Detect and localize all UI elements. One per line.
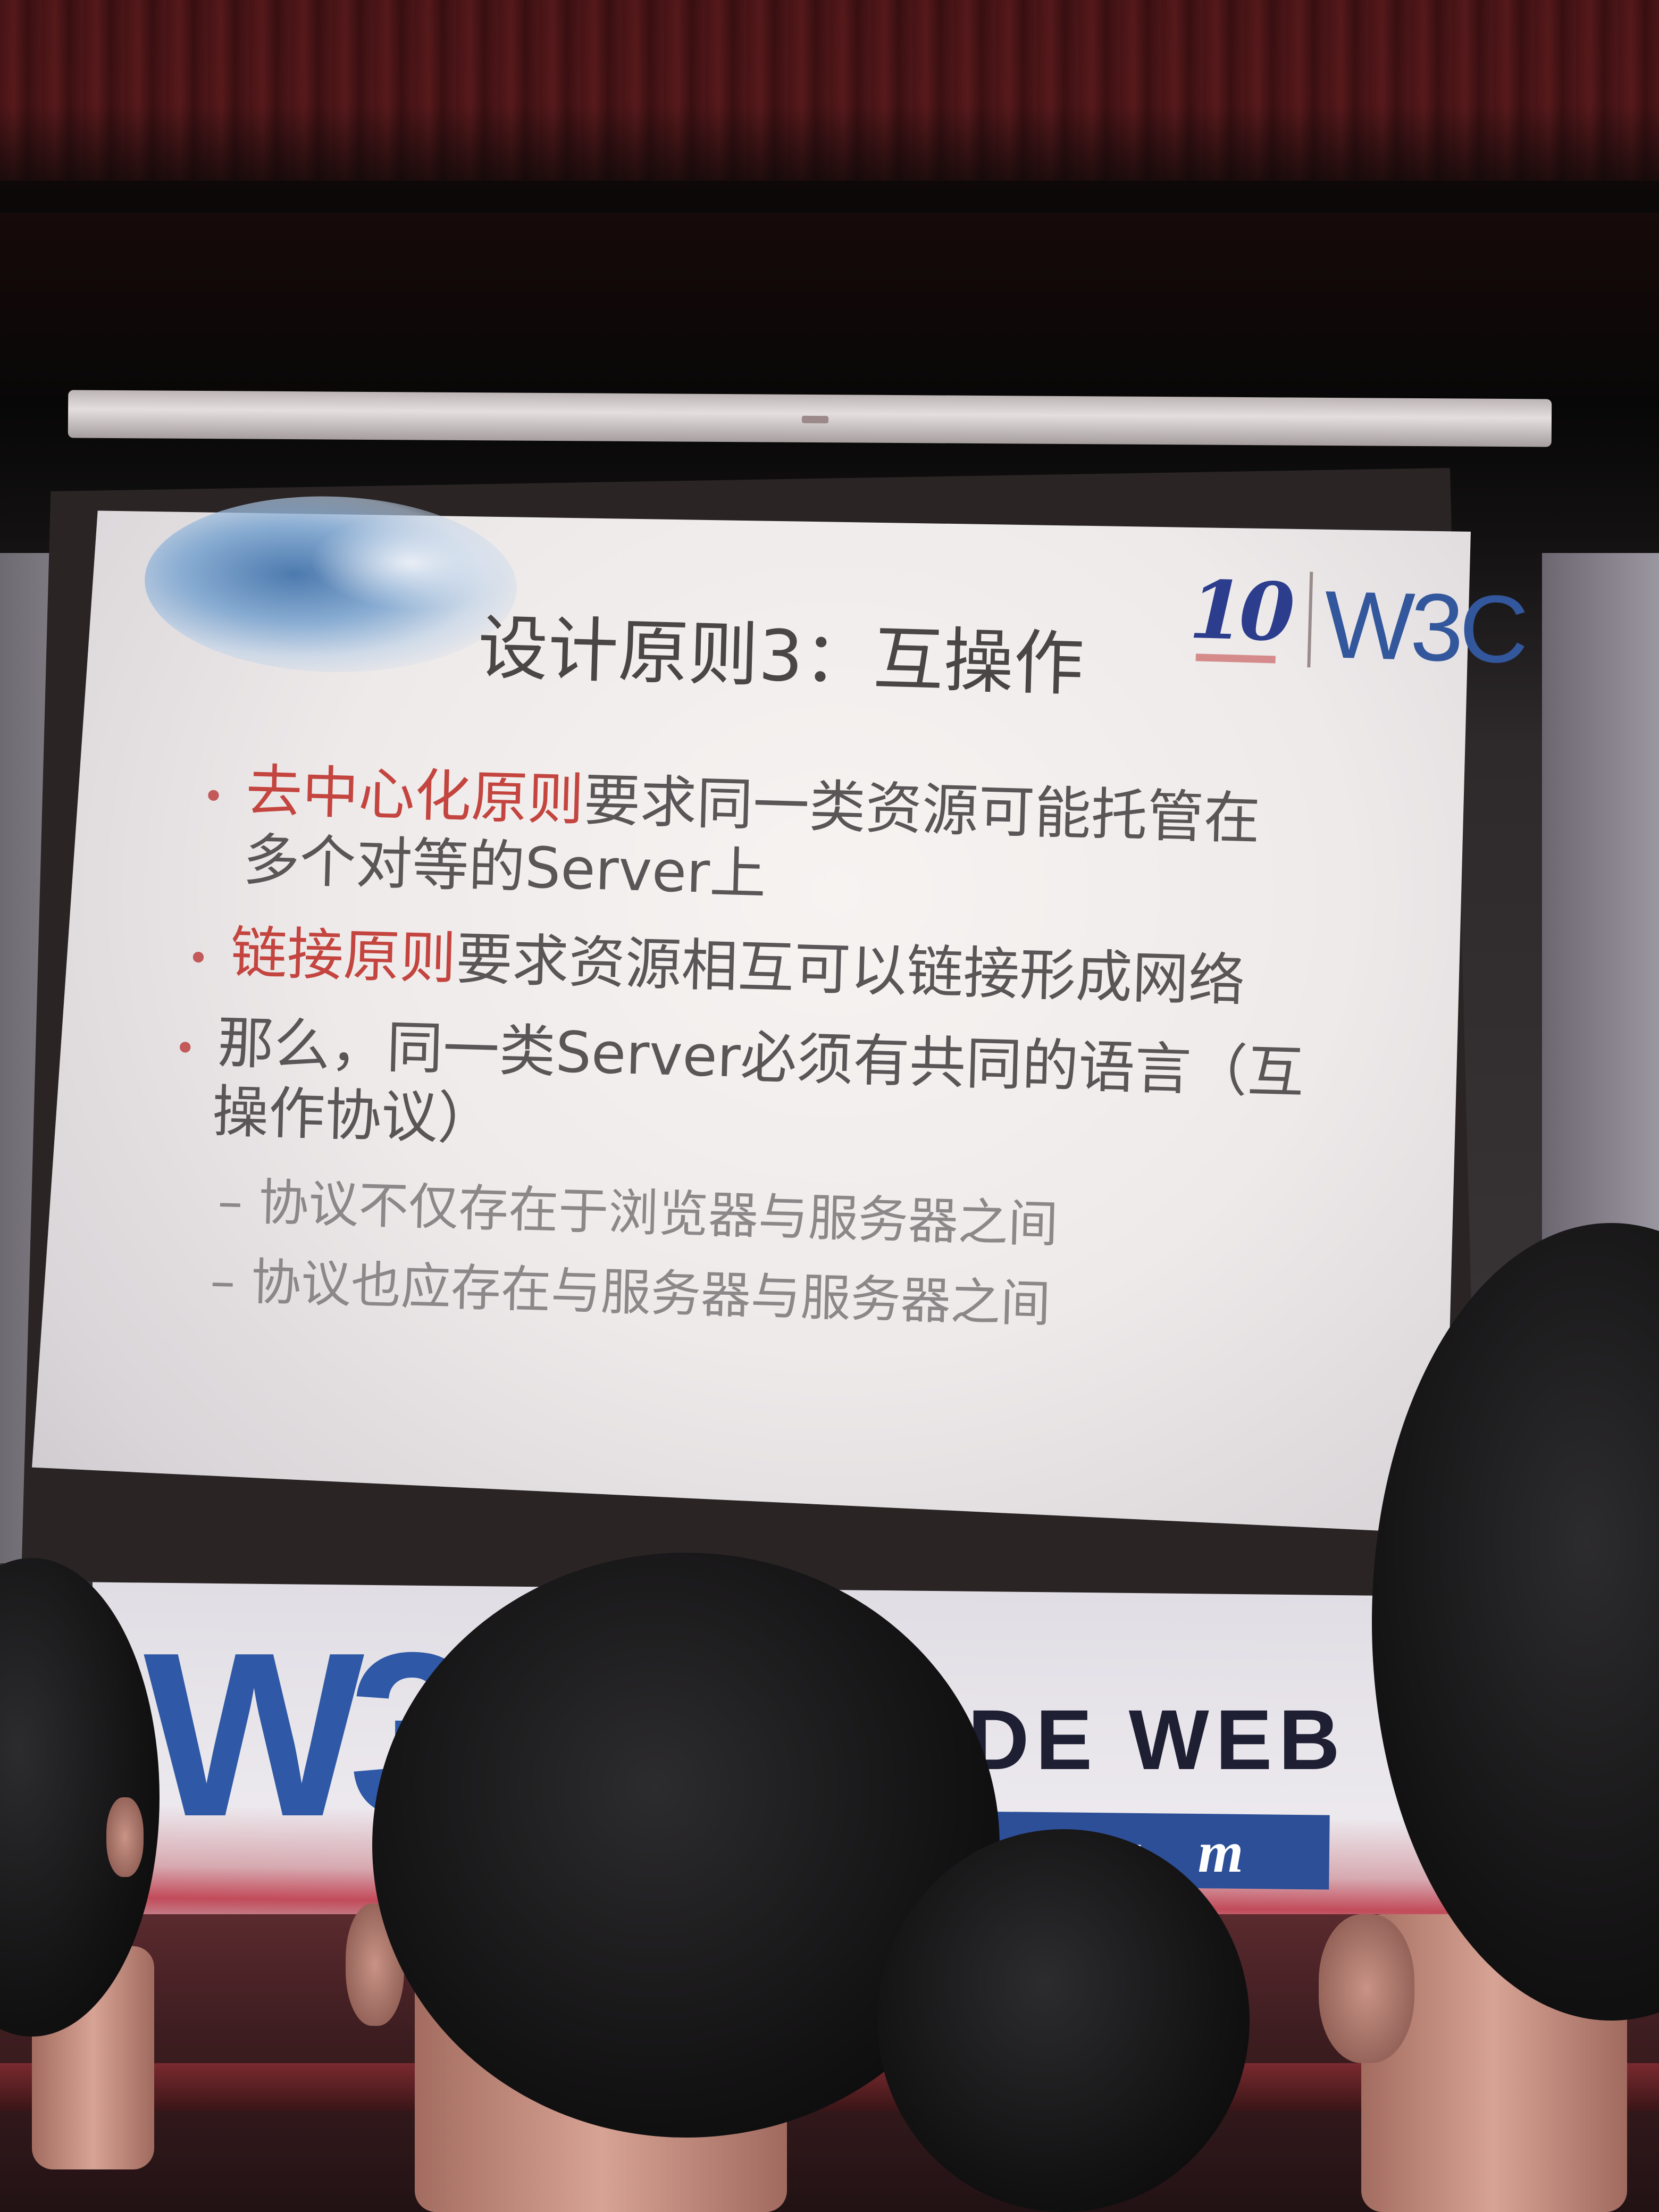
bullet-marker: • [202, 774, 225, 819]
sub-bullet-1: – 协议不仅存在于浏览器与服务器之间 [216, 1172, 1059, 1254]
anniversary-logo: 10 [1187, 563, 1291, 660]
bullet-1-continuation: 多个对等的Server上 [242, 827, 767, 907]
photo-scene: 10 W3C 设计原则3：互操作 • 去中心化原则要求同一类资源可能托管在 多个对… [0, 0, 1659, 2212]
bullet-2-text: 要求资源相互可以链接形成网络 [455, 926, 1246, 1014]
logo-divider [1307, 572, 1313, 668]
bullet-marker: • [187, 936, 210, 981]
w3c-slide-logo: W3C [1322, 571, 1526, 684]
banner-web-text: DE WEB [968, 1692, 1346, 1787]
sub-bullet-2: – 协议也应存在与服务器与服务器之间 [209, 1252, 1052, 1334]
audience-head-back [877, 1829, 1250, 2212]
bullet-1-highlight: 去中心化原则 [245, 758, 585, 833]
audience-ear-left [106, 1797, 144, 1877]
audience-ear-right [1319, 1914, 1414, 2063]
bullet-2-highlight: 链接原则 [230, 919, 457, 992]
slide-title: 设计原则3：互操作 [476, 607, 1085, 706]
anniversary-logo-underline [1195, 653, 1276, 664]
bullet-3-continuation: 操作协议） [211, 1078, 495, 1152]
bullet-marker: • [173, 1026, 197, 1071]
bullet-2: • 链接原则要求资源相互可以链接形成网络 [187, 918, 1246, 1021]
